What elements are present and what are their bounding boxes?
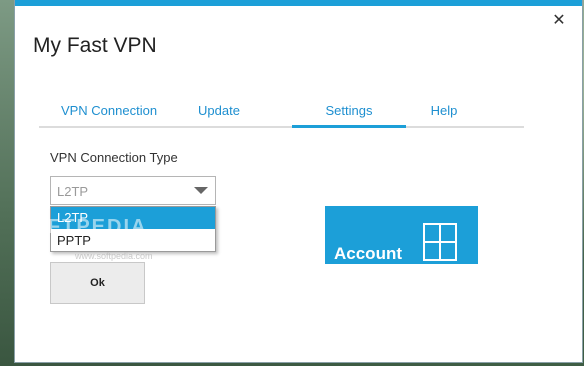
vpn-type-dropdown-list: L2TP PPTP	[50, 206, 216, 252]
tab-settings[interactable]: Settings	[292, 104, 406, 128]
option-pptp[interactable]: PPTP	[51, 230, 215, 252]
ok-button[interactable]: Ok	[50, 262, 145, 304]
watermark-url: www.softpedia.com	[75, 251, 153, 261]
account-button[interactable]: Account	[325, 206, 478, 264]
vpn-connection-type-label: VPN Connection Type	[50, 150, 178, 165]
tab-bar: VPN Connection Update Settings Help	[39, 104, 524, 128]
app-window: ✕ My Fast VPN VPN Connection Update Sett…	[15, 0, 582, 362]
vpn-connection-type-select[interactable]: L2TP	[50, 176, 216, 205]
chevron-down-icon	[194, 187, 208, 194]
tab-vpn-connection[interactable]: VPN Connection	[49, 104, 169, 128]
tab-help[interactable]: Help	[424, 104, 464, 128]
select-value: L2TP	[57, 184, 89, 199]
tab-update[interactable]: Update	[189, 104, 249, 128]
windows-grid-icon	[423, 223, 457, 261]
option-l2tp[interactable]: L2TP	[51, 207, 215, 229]
account-label: Account	[334, 244, 402, 263]
close-icon: ✕	[552, 12, 566, 29]
app-title: My Fast VPN	[33, 34, 157, 57]
close-button[interactable]: ✕	[550, 11, 568, 29]
